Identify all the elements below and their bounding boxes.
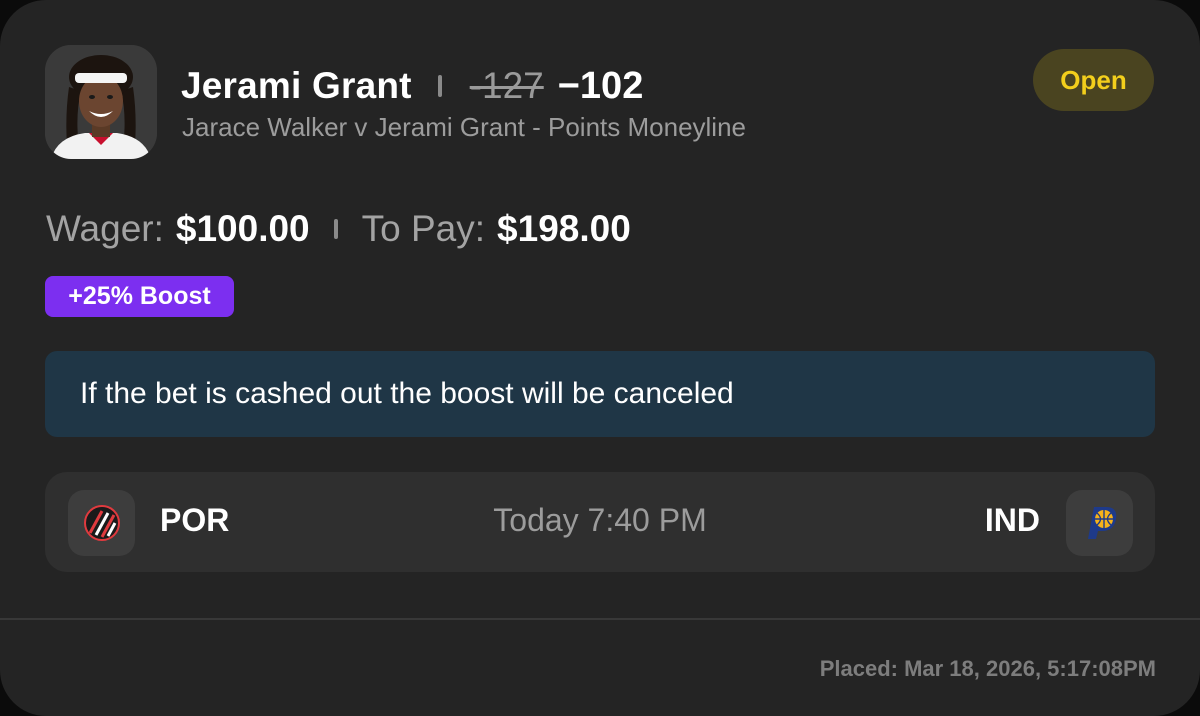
wager-amount: $100.00 (175, 208, 310, 249)
to-pay-label: To Pay: (361, 208, 486, 249)
to-pay-amount: $198.00 (497, 208, 631, 249)
placed-timestamp: Placed: Mar 18, 2026, 5:17:08PM (819, 656, 1156, 681)
cashout-notice: If the bet is cashed out the boost will … (45, 351, 1155, 437)
footer-divider (0, 618, 1200, 620)
status-badge: Open (1033, 49, 1154, 111)
title-separator (437, 75, 442, 97)
game-row[interactable]: POR Today 7:40 PM IND (45, 472, 1155, 572)
wager-separator (333, 219, 338, 239)
boost-badge: +25% Boost (45, 276, 234, 317)
home-team-abbr: IND (984, 502, 1040, 538)
bet-card[interactable]: Jerami Grant -127 −102 Jarace Walker v J… (0, 0, 1200, 716)
wager-row: Wager: $100.00 To Pay: $198.00 (46, 204, 631, 254)
market-description: Jarace Walker v Jerami Grant - Points Mo… (182, 112, 747, 142)
original-odds: -127 (469, 65, 544, 106)
player-avatar (45, 45, 157, 159)
cashout-notice-text: If the bet is cashed out the boost will … (80, 377, 734, 410)
pacers-logo-icon (1066, 490, 1133, 556)
player-name: Jerami Grant (181, 65, 412, 106)
boosted-odds: −102 (557, 64, 644, 107)
wager-label: Wager: (46, 208, 164, 249)
bet-title-row: Jerami Grant -127 −102 (181, 62, 643, 110)
